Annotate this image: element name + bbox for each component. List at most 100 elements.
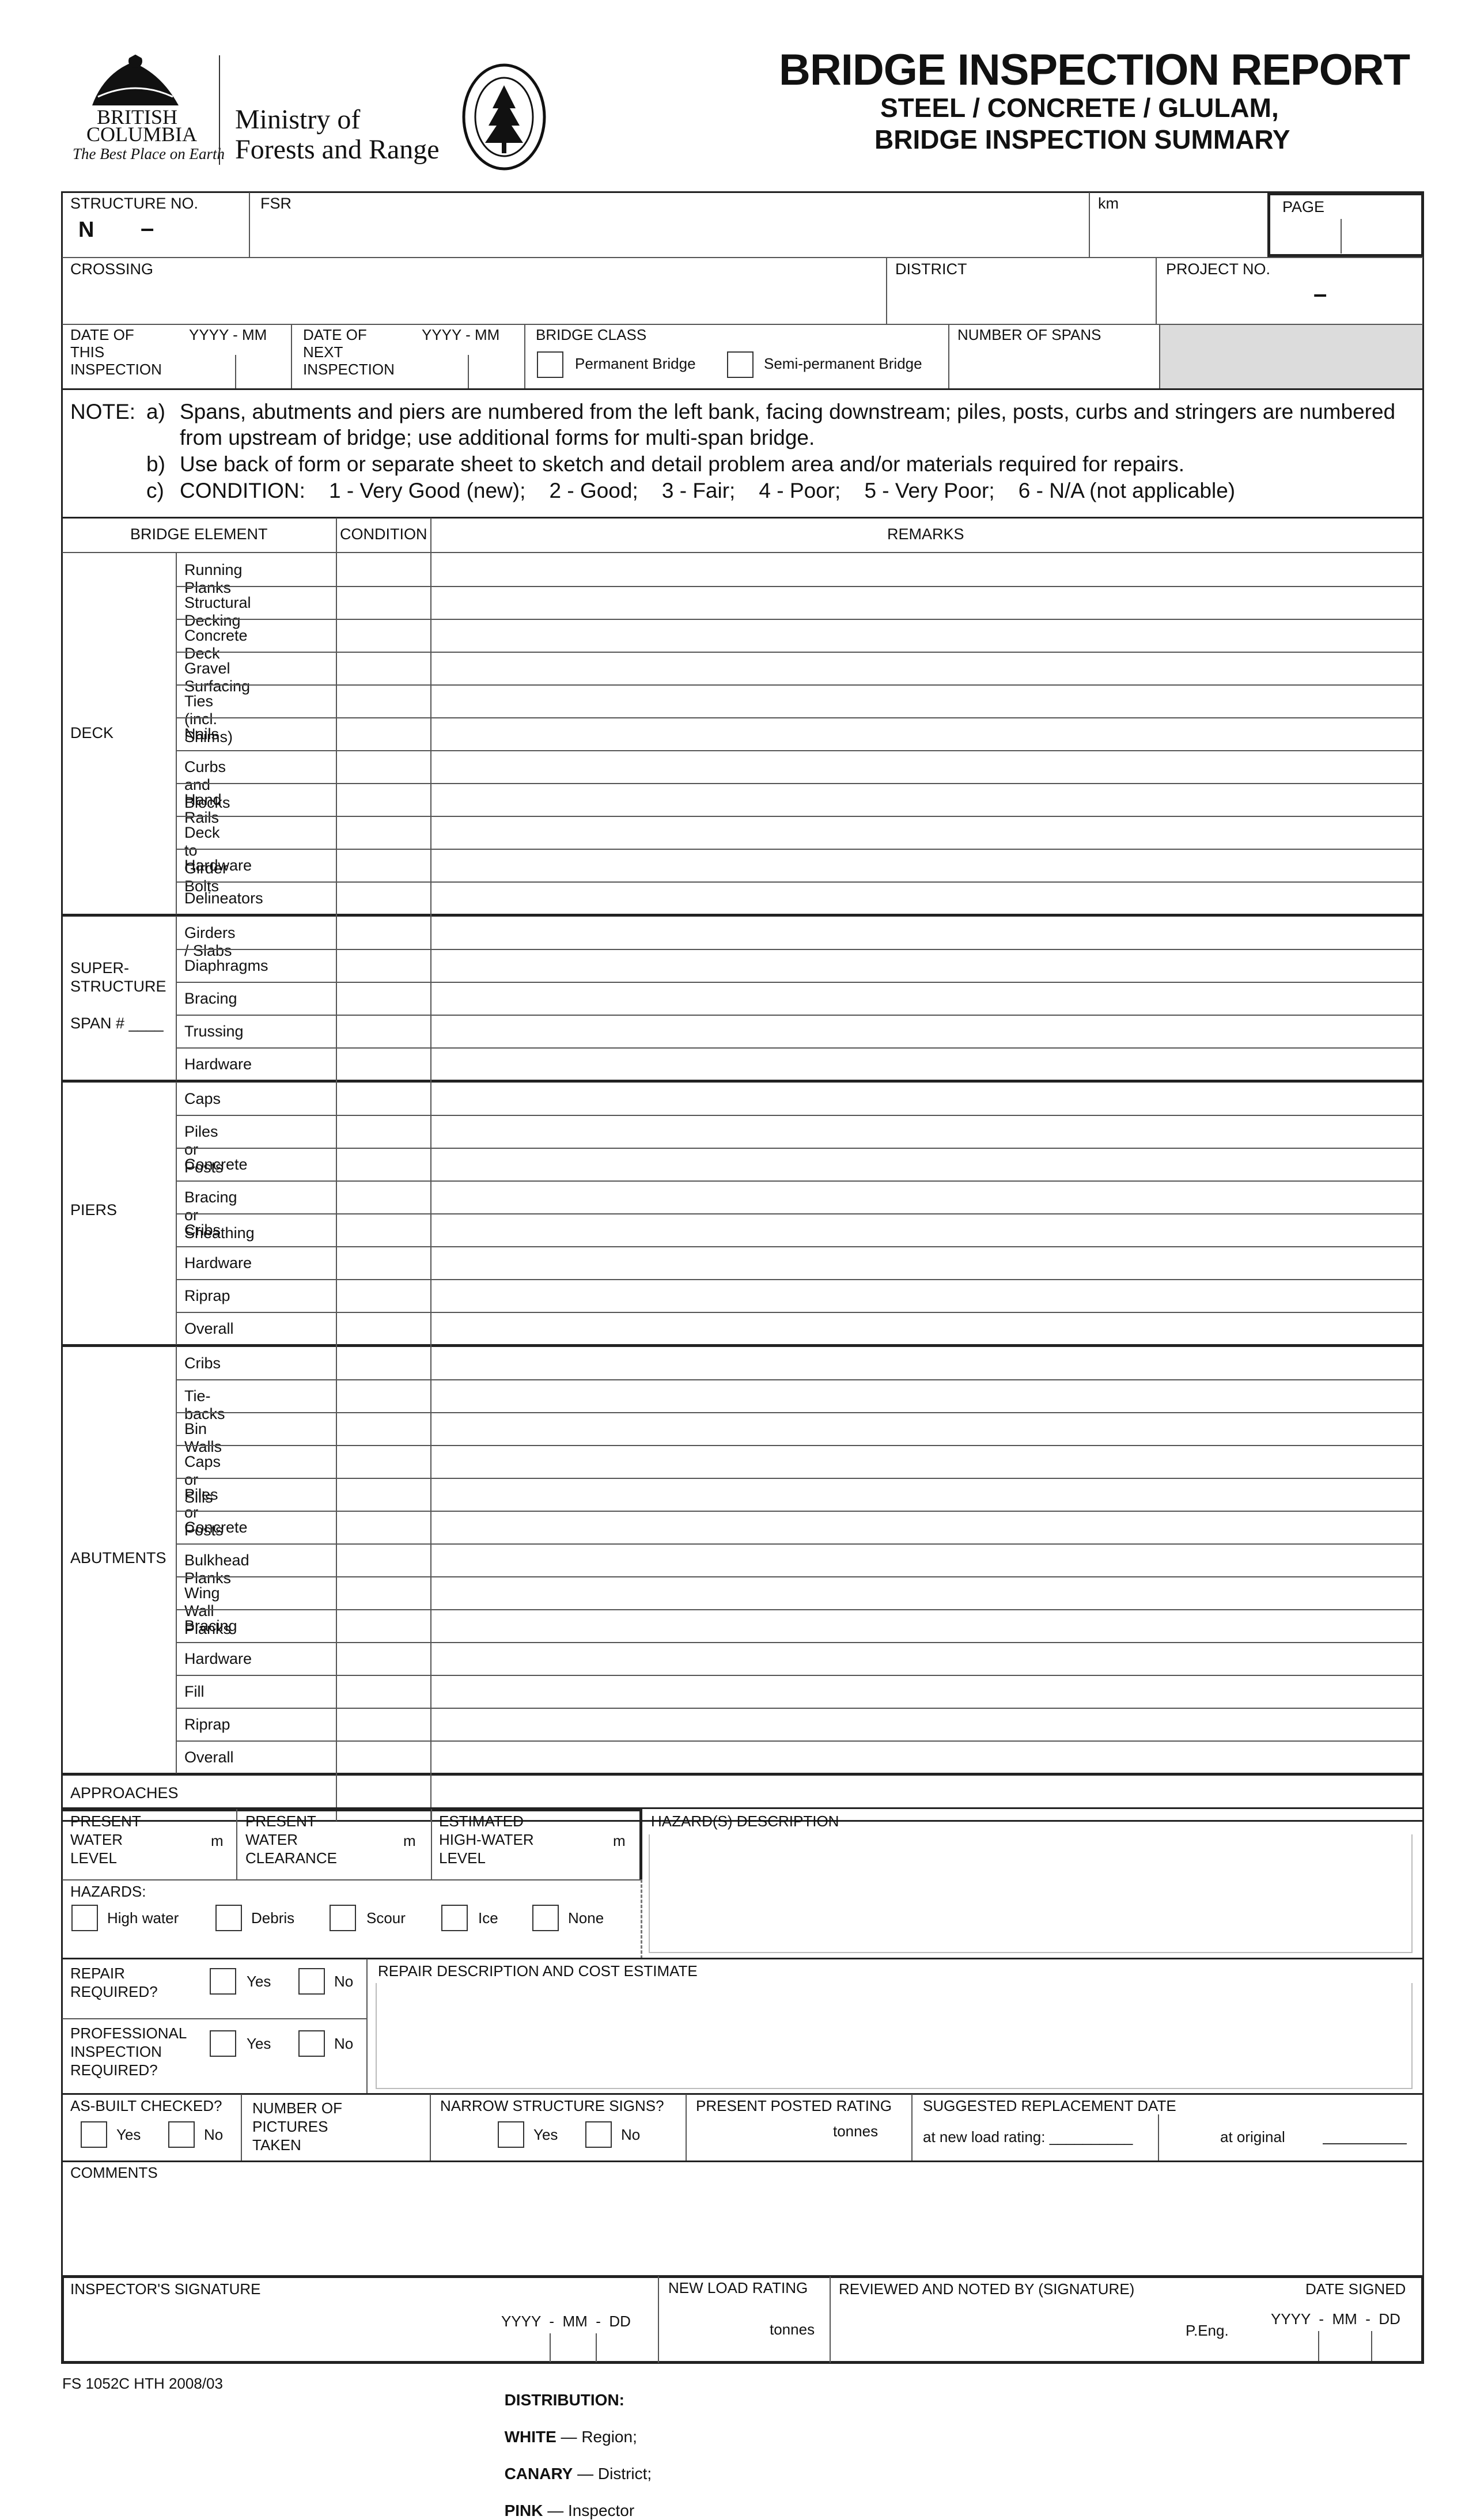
repair-description-input[interactable] [376,1983,1413,2089]
piers-remarks-input[interactable] [432,1280,1422,1311]
prof-inspection-yes-checkbox[interactable] [210,2030,236,2057]
narrow-signs-yes-checkbox[interactable] [498,2121,524,2148]
piers-remarks-input[interactable] [432,1313,1422,1344]
deck-remarks-input[interactable] [432,554,1422,585]
district-input[interactable] [888,280,1153,321]
date-this-input[interactable] [173,348,288,388]
superstructure-remarks-input[interactable] [432,1016,1422,1046]
piers-condition-input[interactable] [338,1149,429,1179]
abutments-remarks-input[interactable] [432,1742,1422,1772]
piers-remarks-input[interactable] [432,1182,1422,1212]
abutments-remarks-input[interactable] [432,1479,1422,1509]
deck-condition-input[interactable] [338,817,429,847]
fsr-input[interactable] [251,214,1086,255]
deck-condition-input[interactable] [338,554,429,585]
number-of-spans-input[interactable] [951,346,1158,387]
replacement-original-input[interactable] [1319,2120,1411,2155]
superstructure-remarks-input[interactable] [432,950,1422,981]
piers-remarks-input[interactable] [432,1149,1422,1179]
km-input[interactable] [1091,214,1264,255]
deck-remarks-input[interactable] [432,686,1422,716]
deck-condition-input[interactable] [338,620,429,650]
abutments-condition-input[interactable] [338,1446,429,1477]
hazard-debris-checkbox[interactable] [215,1905,242,1931]
deck-remarks-input[interactable] [432,718,1422,749]
deck-remarks-input[interactable] [432,883,1422,913]
abutments-condition-input[interactable] [338,1413,429,1444]
deck-condition-input[interactable] [338,587,429,618]
abutments-condition-input[interactable] [338,1643,429,1674]
abutments-remarks-input[interactable] [432,1610,1422,1641]
new-load-rating-input[interactable] [662,2301,766,2359]
piers-condition-input[interactable] [338,1247,429,1278]
superstructure-condition-input[interactable] [338,950,429,981]
inspector-signature-input[interactable] [66,2301,492,2359]
reviewed-by-input[interactable] [834,2301,1180,2359]
piers-condition-input[interactable] [338,1313,429,1344]
abutments-condition-input[interactable] [338,1610,429,1641]
abutments-remarks-input[interactable] [432,1643,1422,1674]
abutments-condition-input[interactable] [338,1348,429,1378]
date-next-input[interactable] [403,348,522,388]
repair-yes-checkbox[interactable] [210,1968,236,1995]
abutments-condition-input[interactable] [338,1742,429,1772]
deck-condition-input[interactable] [338,784,429,815]
deck-condition-input[interactable] [338,653,429,683]
abutments-condition-input[interactable] [338,1577,429,1608]
high-water-input[interactable] [547,1813,611,1876]
abutments-condition-input[interactable] [338,1709,429,1739]
deck-remarks-input[interactable] [432,587,1422,618]
abutments-condition-input[interactable] [338,1545,429,1575]
piers-remarks-input[interactable] [432,1116,1422,1147]
approaches-remarks-input[interactable] [432,1776,1422,1811]
abutments-condition-input[interactable] [338,1676,429,1707]
crossing-input[interactable] [63,280,884,321]
superstructure-condition-input[interactable] [338,917,429,948]
abutments-condition-input[interactable] [338,1380,429,1411]
superstructure-remarks-input[interactable] [432,1049,1422,1079]
page-input[interactable] [1273,219,1417,253]
deck-remarks-input[interactable] [432,653,1422,683]
piers-condition-input[interactable] [338,1083,429,1114]
deck-remarks-input[interactable] [432,817,1422,847]
piers-remarks-input[interactable] [432,1083,1422,1114]
abutments-condition-input[interactable] [338,1479,429,1509]
superstructure-remarks-input[interactable] [432,917,1422,948]
pictures-input[interactable] [357,2097,426,2158]
project-no-input[interactable] [1158,280,1422,321]
superstructure-condition-input[interactable] [338,983,429,1013]
abutments-condition-input[interactable] [338,1512,429,1542]
piers-condition-input[interactable] [338,1182,429,1212]
abutments-remarks-input[interactable] [432,1709,1422,1739]
structure-no-input[interactable] [63,214,247,255]
superstructure-condition-input[interactable] [338,1016,429,1046]
deck-remarks-input[interactable] [432,620,1422,650]
piers-condition-input[interactable] [338,1116,429,1147]
piers-remarks-input[interactable] [432,1214,1422,1245]
abutments-remarks-input[interactable] [432,1545,1422,1575]
abutments-remarks-input[interactable] [432,1512,1422,1542]
abutments-remarks-input[interactable] [432,1676,1422,1707]
narrow-signs-no-checkbox[interactable] [585,2121,612,2148]
present-water-level-input[interactable] [144,1813,207,1876]
piers-condition-input[interactable] [338,1280,429,1311]
permanent-bridge-checkbox[interactable] [537,351,563,378]
clearance-input[interactable] [346,1813,401,1876]
hazards-description-input[interactable] [649,1834,1413,1953]
abutments-remarks-input[interactable] [432,1446,1422,1477]
comments-input[interactable] [65,2184,1421,2273]
abutments-remarks-input[interactable] [432,1413,1422,1444]
superstructure-condition-input[interactable] [338,1049,429,1079]
piers-condition-input[interactable] [338,1214,429,1245]
deck-remarks-input[interactable] [432,850,1422,880]
hazard-high-water-checkbox[interactable] [71,1905,98,1931]
superstructure-remarks-input[interactable] [432,983,1422,1013]
hazard-scour-checkbox[interactable] [330,1905,356,1931]
approaches-condition-input[interactable] [338,1776,429,1811]
inspector-date-input[interactable] [499,2331,654,2361]
piers-remarks-input[interactable] [432,1247,1422,1278]
deck-condition-input[interactable] [338,686,429,716]
deck-remarks-input[interactable] [432,751,1422,782]
abutments-remarks-input[interactable] [432,1380,1422,1411]
semi-permanent-bridge-checkbox[interactable] [727,351,754,378]
